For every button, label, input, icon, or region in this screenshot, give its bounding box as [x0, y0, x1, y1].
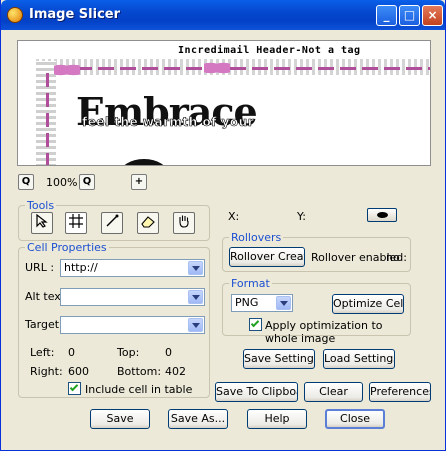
- grid-tool-icon[interactable]: [65, 212, 87, 234]
- rollovers-legend: Rollovers: [229, 231, 284, 244]
- save-to-clipboard-button[interactable]: Save To Clipboard...: [215, 382, 298, 402]
- image-preview[interactable]: Incredimail Header-Not a tag Embrace fee…: [17, 40, 431, 166]
- checkmark-icon: [69, 382, 79, 392]
- preview-figure: [120, 159, 168, 165]
- save-as-button[interactable]: Save As...: [168, 409, 228, 429]
- alt-text-input[interactable]: [60, 288, 205, 306]
- right-value: 600: [68, 365, 89, 378]
- preview-tagline-text: feel the warmth of your: [82, 115, 255, 130]
- bow-left: [54, 61, 80, 79]
- top-value: 0: [165, 346, 172, 359]
- top-label: Top:: [117, 346, 140, 359]
- pan-button[interactable]: +: [131, 174, 147, 190]
- include-cell-label: Include cell in table: [85, 383, 193, 396]
- ribbon-horizontal: [54, 67, 430, 70]
- rollover-creator-button[interactable]: Rollover Creator...: [229, 247, 305, 267]
- help-button[interactable]: Help: [247, 409, 307, 429]
- y-coordinate-label: Y:: [297, 210, 306, 223]
- bottom-label: Bottom:: [117, 365, 162, 378]
- close-window-button[interactable]: ×: [422, 5, 443, 26]
- x-coordinate-label: X:: [228, 210, 240, 223]
- bottom-value: 402: [165, 365, 186, 378]
- format-select[interactable]: PNG: [231, 294, 293, 312]
- close-button[interactable]: Close: [325, 409, 385, 429]
- eraser-tool-icon[interactable]: [137, 212, 159, 234]
- tools-group: Tools: [18, 199, 210, 241]
- save-button[interactable]: Save: [90, 409, 150, 429]
- clear-button[interactable]: Clear: [304, 382, 363, 402]
- preferences-button[interactable]: Preferences...: [369, 382, 431, 402]
- zoom-level: 100%: [46, 176, 78, 189]
- target-label: Target:: [25, 318, 63, 331]
- url-label: URL :: [25, 261, 55, 274]
- preview-eye-icon[interactable]: [367, 208, 397, 222]
- optimize-cell-button[interactable]: Optimize Cell...: [332, 294, 404, 314]
- preview-header-text: Incredimail Header-Not a tag: [178, 45, 361, 56]
- app-icon[interactable]: [7, 7, 23, 23]
- apply-optimization-checkbox[interactable]: [249, 318, 262, 331]
- title-bar: Image Slicer _ □ ×: [1, 0, 445, 30]
- ribbon-vertical: [46, 71, 49, 165]
- line-tool-icon[interactable]: [101, 212, 123, 234]
- rollovers-group: Rollovers Rollover Creator... Rollover e…: [222, 231, 411, 272]
- zoom-in-button[interactable]: Q: [79, 174, 95, 190]
- cell-properties-group: Cell Properties URL : http:// Alt text: …: [18, 241, 210, 398]
- window-title: Image Slicer: [29, 7, 121, 22]
- save-settings-button[interactable]: Save Settings...: [243, 349, 315, 369]
- left-value: 0: [68, 346, 75, 359]
- url-input[interactable]: http://: [60, 259, 205, 277]
- image-slicer-window: Image Slicer _ □ × Incredimail Header-No…: [0, 0, 446, 451]
- bow-right: [204, 59, 230, 77]
- hand-tool-icon[interactable]: [173, 212, 195, 234]
- cell-properties-legend: Cell Properties: [25, 241, 109, 254]
- include-cell-checkbox[interactable]: [68, 382, 81, 395]
- right-label: Right:: [30, 365, 63, 378]
- minimize-button[interactable]: _: [376, 5, 397, 26]
- maximize-button[interactable]: □: [399, 5, 420, 26]
- chevron-down-icon[interactable]: [276, 296, 291, 310]
- format-group: Format PNG Optimize Cell... Apply optimi…: [222, 277, 411, 345]
- tools-legend: Tools: [25, 199, 57, 212]
- eye-icon: [377, 212, 388, 218]
- apply-optimization-label: Apply optimization to whole image: [265, 319, 383, 345]
- chevron-down-icon[interactable]: [188, 318, 203, 332]
- checkmark-icon: [250, 318, 260, 328]
- format-legend: Format: [229, 277, 272, 290]
- zoom-out-button[interactable]: Q: [18, 174, 34, 190]
- url-value: http://: [64, 261, 98, 274]
- load-settings-button[interactable]: Load Settings...: [323, 349, 395, 369]
- pointer-tool-icon[interactable]: [31, 212, 53, 234]
- left-label: Left:: [30, 346, 55, 359]
- chevron-down-icon[interactable]: [188, 290, 203, 304]
- target-select[interactable]: [60, 316, 205, 334]
- chevron-down-icon[interactable]: [188, 261, 203, 275]
- format-value: PNG: [235, 296, 259, 309]
- rollover-enabled-value: no: [386, 251, 400, 264]
